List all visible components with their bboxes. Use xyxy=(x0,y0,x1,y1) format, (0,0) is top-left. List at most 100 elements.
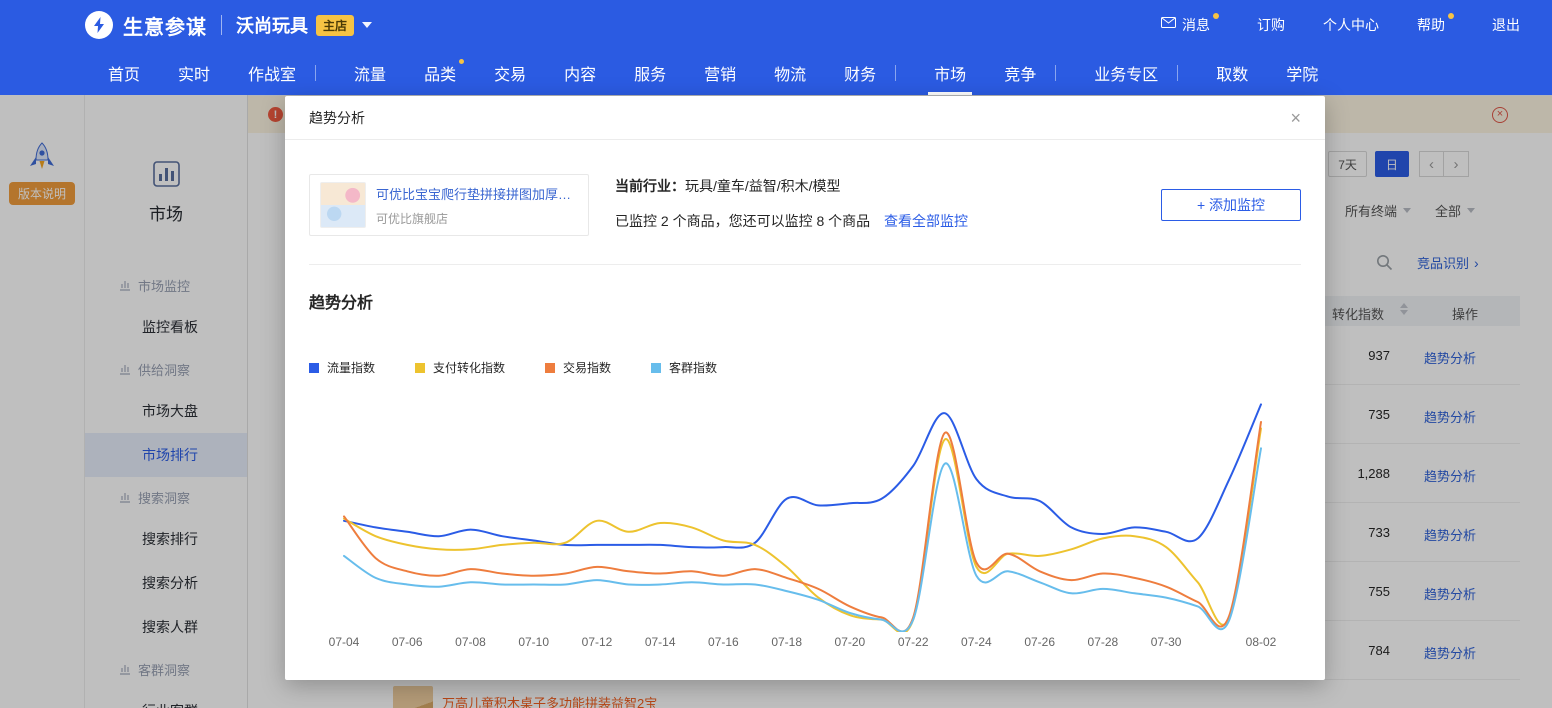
header-menu-item[interactable]: 消息 xyxy=(1161,15,1219,35)
header-menu-item[interactable]: 退出 xyxy=(1492,15,1520,35)
header-menu-item[interactable]: 帮助 xyxy=(1417,15,1454,35)
x-tick-label: 07-18 xyxy=(771,635,802,649)
x-tick-label: 07-16 xyxy=(708,635,739,649)
main-nav: 首页 实时 作战室 流量 品类 交易 内容 服务 xyxy=(0,50,1552,95)
trend-analysis-modal: 趋势分析 × 可优比宝宝爬行垫拼接拼图加厚婴... 可优比旗舰店 当前行业：玩具… xyxy=(285,96,1325,680)
nav-item[interactable]: 实时 xyxy=(178,50,210,95)
nav-item[interactable]: 服务 xyxy=(634,50,666,95)
header-menu-item[interactable]: 个人中心 xyxy=(1323,15,1379,35)
header-divider xyxy=(221,15,222,35)
industry-info: 当前行业：玩具/童车/益智/积木/模型 已监控 2 个商品，您还可以监控 8 个… xyxy=(615,174,968,231)
industry-label: 当前行业： xyxy=(615,178,685,194)
view-all-monitors-link[interactable]: 查看全部监控 xyxy=(884,213,968,229)
notification-dot xyxy=(1448,13,1454,19)
nav-item[interactable]: 作战室 xyxy=(248,50,316,95)
nav-item-label: 品类 xyxy=(424,61,456,85)
product-card: 可优比宝宝爬行垫拼接拼图加厚婴... 可优比旗舰店 xyxy=(309,174,589,236)
nav-item-label: 取数 xyxy=(1216,61,1248,85)
nav-item[interactable]: 品类 xyxy=(424,50,456,95)
trend-section-title: 趋势分析 xyxy=(309,289,1301,313)
header-menu-label: 退出 xyxy=(1492,15,1520,35)
nav-item[interactable]: 内容 xyxy=(564,50,596,95)
trend-chart: 07-04 07-06 07-08 07-10 07-12 07-14 07-16 07-18… xyxy=(309,392,1301,656)
nav-item[interactable]: 交易 xyxy=(494,50,526,95)
x-tick-label: 07-10 xyxy=(518,635,549,649)
page: 生意参谋 沃尚玩具 主店 消息 订购 xyxy=(0,0,1552,708)
x-tick-label: 07-14 xyxy=(645,635,676,649)
legend-item[interactable]: 支付转化指数 xyxy=(415,359,505,376)
nav-item[interactable]: 市场 xyxy=(934,50,966,95)
product-link[interactable]: 可优比宝宝爬行垫拼接拼图加厚婴... xyxy=(376,184,576,203)
nav-item-label: 内容 xyxy=(564,61,596,85)
notification-dot xyxy=(1213,13,1219,19)
nav-item[interactable]: 业务专区 xyxy=(1094,50,1178,95)
x-tick-label: 07-06 xyxy=(392,635,423,649)
legend-item[interactable]: 流量指数 xyxy=(309,359,375,376)
legend-item[interactable]: 交易指数 xyxy=(545,359,611,376)
x-tick-label: 07-12 xyxy=(582,635,613,649)
close-icon[interactable]: × xyxy=(1290,109,1301,127)
sycm-logo-icon[interactable] xyxy=(85,11,113,39)
nav-item[interactable]: 学院 xyxy=(1286,50,1318,95)
x-tick-label: 07-22 xyxy=(898,635,929,649)
header-menu-label: 个人中心 xyxy=(1323,15,1379,35)
legend-label: 客群指数 xyxy=(669,359,717,376)
nav-item[interactable]: 流量 xyxy=(354,50,386,95)
nav-item-label: 市场 xyxy=(934,61,966,85)
chevron-down-icon[interactable] xyxy=(362,22,372,28)
header-row: 生意参谋 沃尚玩具 主店 消息 订购 xyxy=(0,0,1552,50)
legend-swatch xyxy=(415,363,425,373)
nav-item[interactable]: 财务 xyxy=(844,50,896,95)
product-texts: 可优比宝宝爬行垫拼接拼图加厚婴... 可优比旗舰店 xyxy=(376,184,576,227)
nav-item-label: 作战室 xyxy=(248,61,296,85)
shop-name[interactable]: 沃尚玩具 xyxy=(236,12,308,38)
x-tick-label: 07-04 xyxy=(329,635,360,649)
x-tick-label: 07-28 xyxy=(1088,635,1119,649)
legend-swatch xyxy=(545,363,555,373)
header-menu-label: 订购 xyxy=(1257,15,1285,35)
mail-icon xyxy=(1161,17,1176,28)
nav-item-label: 实时 xyxy=(178,61,210,85)
x-tick-label: 07-24 xyxy=(961,635,992,649)
industry-value: 玩具/童车/益智/积木/模型 xyxy=(685,178,841,194)
nav-item-label: 竞争 xyxy=(1004,61,1036,85)
monitor-status-text: 已监控 2 个商品，您还可以监控 8 个商品 xyxy=(615,213,870,229)
nav-item-label: 首页 xyxy=(108,61,140,85)
product-image[interactable] xyxy=(320,182,366,228)
legend-swatch xyxy=(651,363,661,373)
nav-item[interactable]: 取数 xyxy=(1216,50,1248,95)
nav-item-label: 学院 xyxy=(1286,61,1318,85)
legend-label: 支付转化指数 xyxy=(433,359,505,376)
legend-label: 交易指数 xyxy=(563,359,611,376)
top-header: 生意参谋 沃尚玩具 主店 消息 订购 xyxy=(0,0,1552,95)
x-tick-label: 07-20 xyxy=(835,635,866,649)
monitored-product-row: 可优比宝宝爬行垫拼接拼图加厚婴... 可优比旗舰店 当前行业：玩具/童车/益智/… xyxy=(309,174,1301,236)
shop-name: 可优比旗舰店 xyxy=(376,210,576,227)
x-tick-label: 07-26 xyxy=(1024,635,1055,649)
x-tick-label: 07-30 xyxy=(1151,635,1182,649)
trend-chart-svg xyxy=(309,392,1301,632)
app-title: 生意参谋 xyxy=(123,11,207,40)
modal-body: 可优比宝宝爬行垫拼接拼图加厚婴... 可优比旗舰店 当前行业：玩具/童车/益智/… xyxy=(285,174,1325,656)
legend-label: 流量指数 xyxy=(327,359,375,376)
nav-item-label: 物流 xyxy=(774,61,806,85)
header-menu-item[interactable]: 订购 xyxy=(1257,15,1285,35)
header-menu-label: 帮助 xyxy=(1417,15,1445,35)
modal-title: 趋势分析 xyxy=(309,108,365,128)
nav-item-label: 流量 xyxy=(354,61,386,85)
main-shop-badge: 主店 xyxy=(316,15,354,36)
nav-item[interactable]: 营销 xyxy=(704,50,736,95)
chart-x-axis: 07-04 07-06 07-08 07-10 07-12 07-14 07-16 07-18… xyxy=(309,635,1301,653)
add-monitor-button[interactable]: + 添加监控 xyxy=(1161,189,1301,221)
chart-legend: 流量指数 支付转化指数 交易指数 客群指数 xyxy=(309,359,1301,376)
nav-item[interactable]: 首页 xyxy=(108,50,140,95)
legend-item[interactable]: 客群指数 xyxy=(651,359,717,376)
x-tick-label: 07-08 xyxy=(455,635,486,649)
nav-item[interactable]: 竞争 xyxy=(1004,50,1056,95)
divider xyxy=(309,264,1301,265)
notification-dot xyxy=(459,59,464,64)
modal-header: 趋势分析 × xyxy=(285,96,1325,140)
nav-item-label: 交易 xyxy=(494,61,526,85)
header-menu-label: 消息 xyxy=(1182,15,1210,35)
nav-item[interactable]: 物流 xyxy=(774,50,806,95)
